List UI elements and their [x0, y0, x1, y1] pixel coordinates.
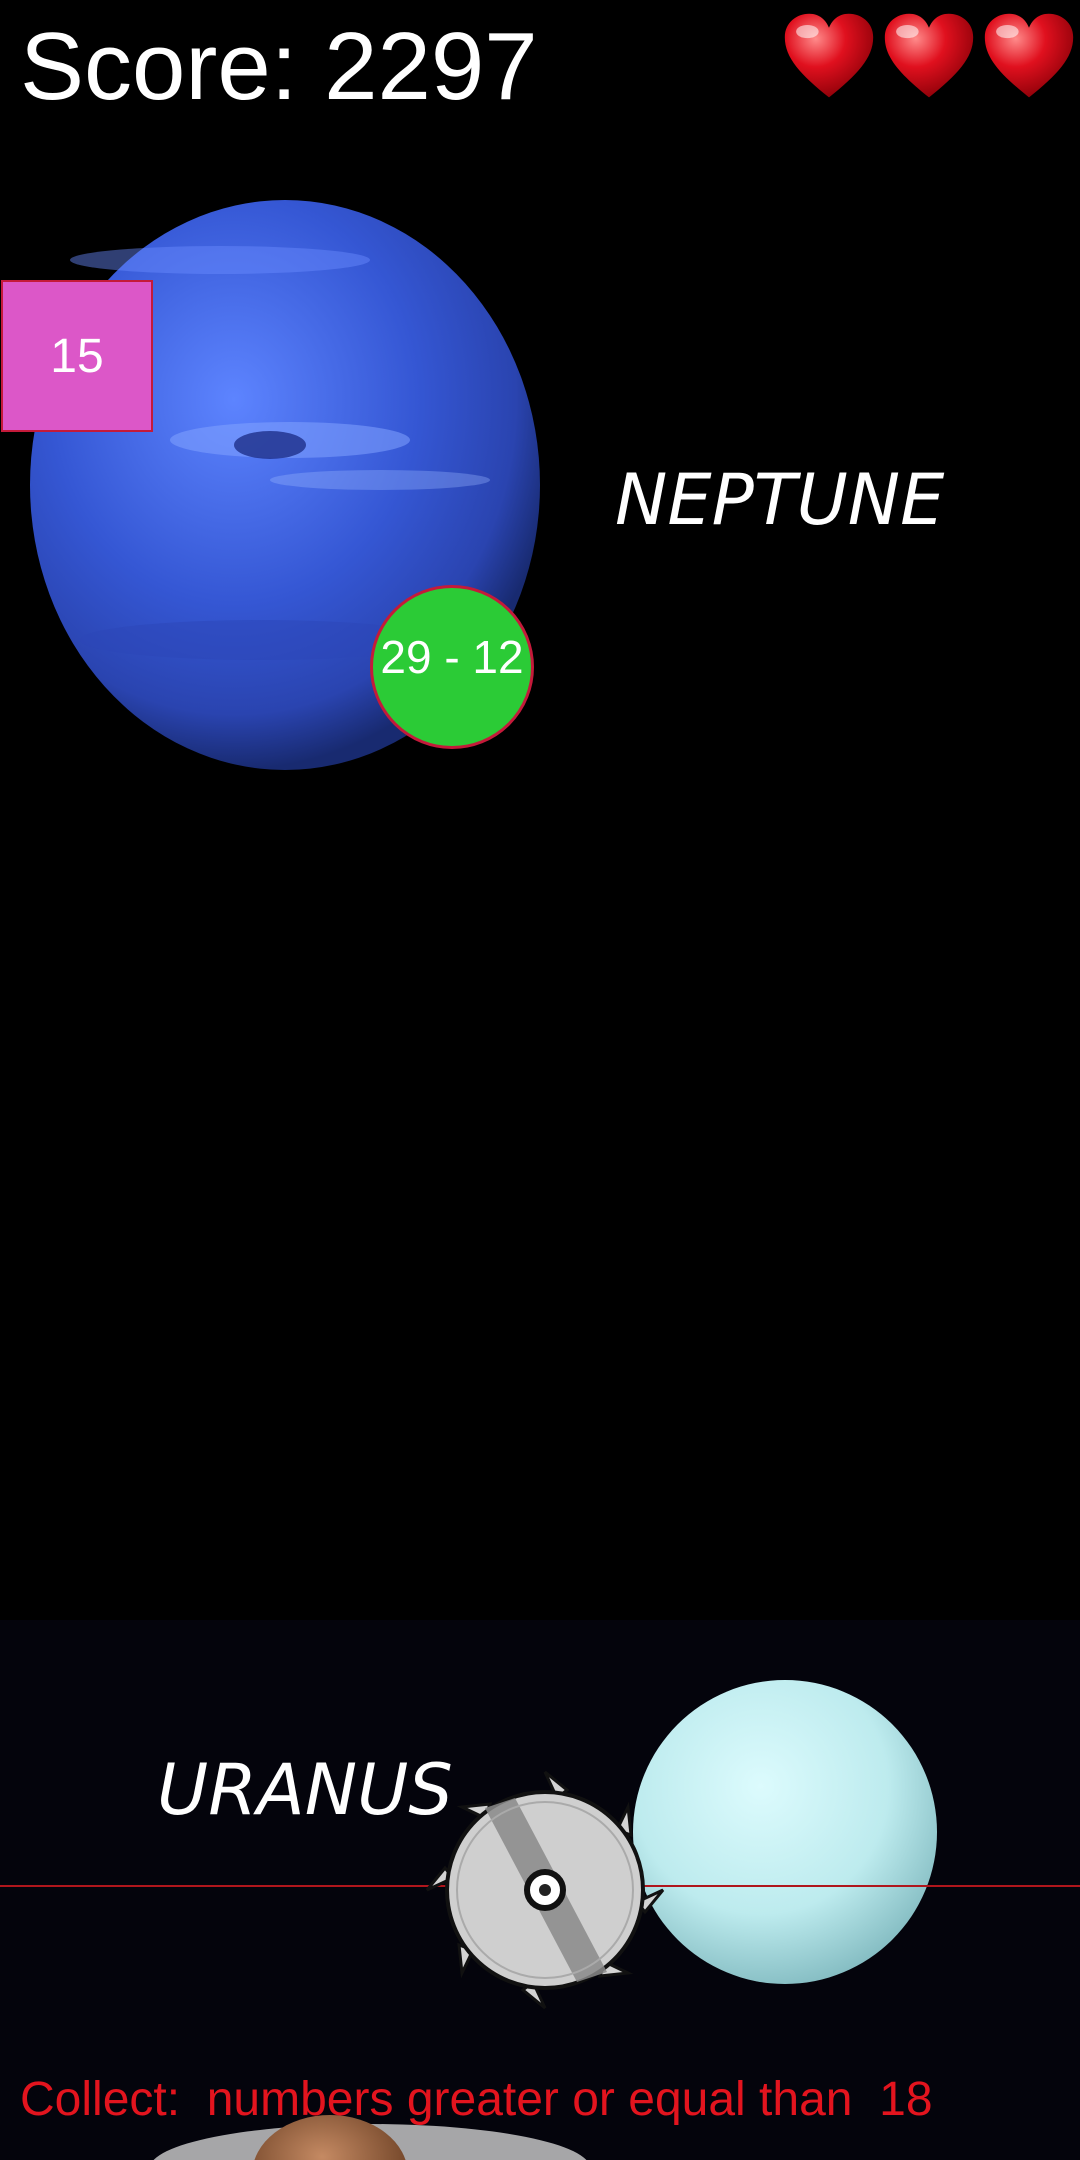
- heart-icon: [884, 13, 974, 98]
- game-screen[interactable]: NEPTUNE URANUS Score: 2297 15 29 - 12 Co…: [0, 0, 1080, 2160]
- heart-icon: [984, 13, 1074, 98]
- lives-indicator: [782, 10, 1076, 102]
- score-display: Score: 2297: [20, 13, 538, 120]
- number-circle-item[interactable]: 29 - 12: [370, 585, 534, 749]
- saw-blade-icon[interactable]: [415, 1760, 675, 2020]
- number-square-value: 15: [50, 329, 104, 383]
- neptune-label: NEPTUNE: [615, 459, 945, 541]
- number-circle-value: 29 - 12: [380, 631, 524, 683]
- uranus-label: URANUS: [157, 1749, 453, 1831]
- collect-rule-text: Collect: numbers greater or equal than 1…: [20, 2073, 933, 2126]
- uranus-planet: [633, 1680, 937, 1984]
- number-square-item[interactable]: 15: [1, 280, 153, 432]
- heart-icon: [784, 13, 874, 98]
